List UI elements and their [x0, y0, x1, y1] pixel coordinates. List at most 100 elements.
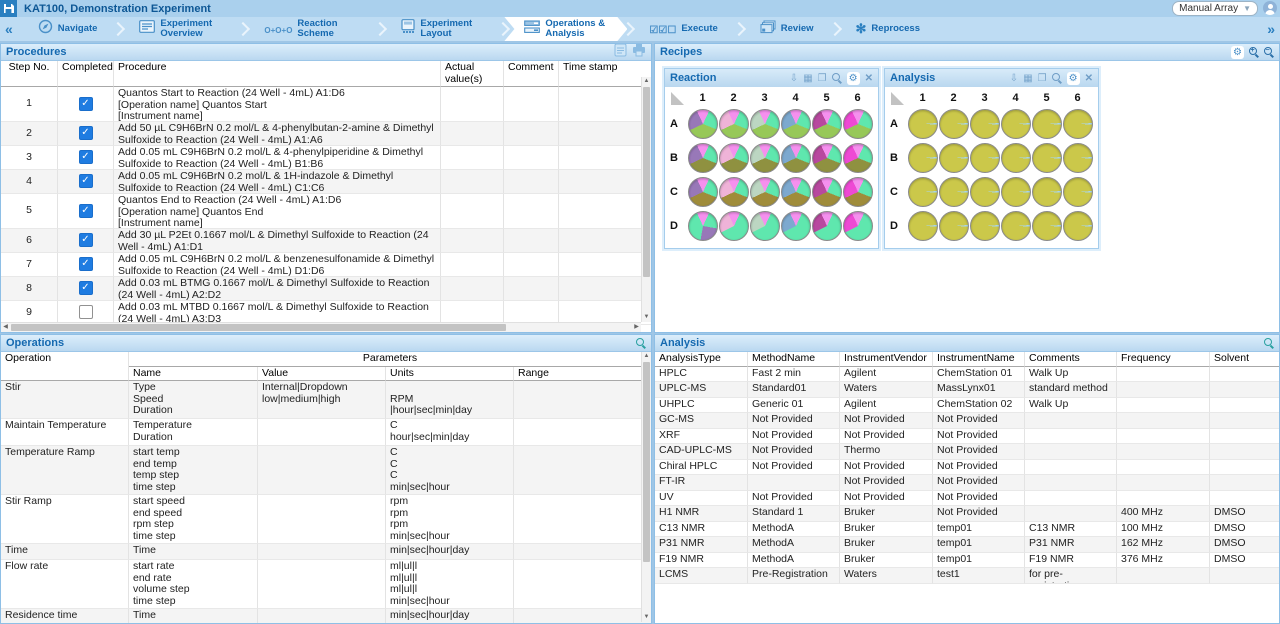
well-A5[interactable]: [1032, 109, 1062, 139]
well-A5[interactable]: [812, 109, 842, 139]
nav-item-reaction-scheme[interactable]: O+O+OReaction Scheme: [244, 17, 379, 41]
plate-column-label[interactable]: 3: [749, 89, 780, 107]
scroll-up-icon[interactable]: ▲: [642, 352, 651, 361]
nav-item-navigate[interactable]: Navigate: [18, 17, 118, 41]
well-A3[interactable]: [750, 109, 780, 139]
well-B5[interactable]: [1032, 143, 1062, 173]
settings-icon[interactable]: ⚙: [1231, 46, 1244, 59]
array-mode-dropdown[interactable]: Manual Array ▼: [1172, 1, 1258, 16]
checkbox-unchecked[interactable]: [79, 305, 93, 319]
well-C6[interactable]: [1063, 177, 1093, 207]
well-C1[interactable]: [908, 177, 938, 207]
nav-scroll-left-icon[interactable]: «: [0, 17, 18, 41]
plate-row-label[interactable]: B: [888, 141, 907, 175]
well-A1[interactable]: [688, 109, 718, 139]
well-D6[interactable]: [1063, 211, 1093, 241]
nav-item-reprocess[interactable]: ✻Reprocess: [836, 17, 941, 41]
plate-column-label[interactable]: 2: [718, 89, 749, 107]
search-icon[interactable]: [1264, 338, 1274, 348]
checkbox-checked[interactable]: ✓: [79, 204, 93, 218]
checkbox-checked[interactable]: ✓: [79, 233, 93, 247]
well-A2[interactable]: [719, 109, 749, 139]
operations-vscrollbar[interactable]: ▲ ▼: [641, 352, 651, 622]
procedures-hscrollbar[interactable]: ◀ ▶: [1, 322, 641, 332]
well-C5[interactable]: [812, 177, 842, 207]
close-icon[interactable]: ✕: [1085, 73, 1093, 84]
download-icon[interactable]: ⇩: [1010, 73, 1018, 84]
settings-icon[interactable]: ⚙: [1067, 72, 1080, 85]
well-D1[interactable]: [908, 211, 938, 241]
well-D4[interactable]: [781, 211, 811, 241]
well-D3[interactable]: [750, 211, 780, 241]
close-icon[interactable]: ✕: [865, 73, 873, 84]
well-D6[interactable]: [843, 211, 873, 241]
plate-row-label[interactable]: A: [668, 107, 687, 141]
search-icon[interactable]: [636, 338, 646, 348]
plate-column-label[interactable]: 5: [1031, 89, 1062, 107]
plate-column-label[interactable]: 1: [907, 89, 938, 107]
scroll-down-icon[interactable]: ▼: [642, 613, 651, 622]
checkbox-checked[interactable]: ✓: [79, 150, 93, 164]
plate-row-label[interactable]: A: [888, 107, 907, 141]
well-A1[interactable]: [908, 109, 938, 139]
nav-item-review[interactable]: Review: [740, 17, 834, 41]
checkbox-checked[interactable]: ✓: [79, 174, 93, 188]
save-icon[interactable]: [0, 0, 17, 17]
well-B4[interactable]: [781, 143, 811, 173]
plate-column-label[interactable]: 2: [938, 89, 969, 107]
well-B2[interactable]: [939, 143, 969, 173]
plate-column-label[interactable]: 4: [1000, 89, 1031, 107]
well-D1[interactable]: [688, 211, 718, 241]
plate-column-label[interactable]: 3: [969, 89, 1000, 107]
zoom-in-icon[interactable]: +: [1249, 47, 1259, 57]
plate-row-label[interactable]: D: [668, 209, 687, 243]
user-avatar-icon[interactable]: [1263, 1, 1277, 15]
well-B3[interactable]: [970, 143, 1000, 173]
plate-column-label[interactable]: 1: [687, 89, 718, 107]
well-A4[interactable]: [1001, 109, 1031, 139]
well-C4[interactable]: [781, 177, 811, 207]
scroll-up-icon[interactable]: ▲: [642, 77, 651, 86]
plate-row-label[interactable]: B: [668, 141, 687, 175]
search-icon[interactable]: [832, 73, 842, 83]
scroll-left-icon[interactable]: ◀: [1, 323, 10, 332]
checkbox-checked[interactable]: ✓: [79, 126, 93, 140]
well-A3[interactable]: [970, 109, 1000, 139]
well-D5[interactable]: [812, 211, 842, 241]
plate-row-label[interactable]: C: [668, 175, 687, 209]
plate-corner[interactable]: [668, 89, 687, 107]
checkbox-checked[interactable]: ✓: [79, 257, 93, 271]
well-B4[interactable]: [1001, 143, 1031, 173]
scroll-right-icon[interactable]: ▶: [632, 323, 641, 332]
well-C4[interactable]: [1001, 177, 1031, 207]
well-D5[interactable]: [1032, 211, 1062, 241]
plate-row-label[interactable]: D: [888, 209, 907, 243]
well-C5[interactable]: [1032, 177, 1062, 207]
well-C2[interactable]: [719, 177, 749, 207]
well-D4[interactable]: [1001, 211, 1031, 241]
settings-icon[interactable]: ⚙: [847, 72, 860, 85]
well-A2[interactable]: [939, 109, 969, 139]
search-icon[interactable]: [1052, 73, 1062, 83]
checkbox-checked[interactable]: ✓: [79, 97, 93, 111]
well-A6[interactable]: [843, 109, 873, 139]
procedures-vscrollbar[interactable]: ▲ ▼: [641, 77, 651, 322]
plate-column-label[interactable]: 4: [780, 89, 811, 107]
scroll-thumb[interactable]: [643, 87, 650, 277]
scroll-thumb[interactable]: [11, 324, 506, 331]
plate-row-label[interactable]: C: [888, 175, 907, 209]
well-B1[interactable]: [688, 143, 718, 173]
well-A4[interactable]: [781, 109, 811, 139]
well-B1[interactable]: [908, 143, 938, 173]
well-D2[interactable]: [719, 211, 749, 241]
plate-column-label[interactable]: 6: [1062, 89, 1093, 107]
well-B5[interactable]: [812, 143, 842, 173]
nav-item-execute[interactable]: ☑☑☐Execute: [629, 17, 737, 41]
nav-item-operations-analysis[interactable]: Operations & Analysis: [504, 17, 627, 41]
nav-item-experiment-overview[interactable]: Experiment Overview: [119, 17, 242, 41]
zoom-out-icon[interactable]: −: [1264, 47, 1274, 57]
well-D3[interactable]: [970, 211, 1000, 241]
columns-icon[interactable]: ▦: [803, 73, 812, 84]
report-icon[interactable]: [614, 43, 627, 62]
plate-column-label[interactable]: 6: [842, 89, 873, 107]
